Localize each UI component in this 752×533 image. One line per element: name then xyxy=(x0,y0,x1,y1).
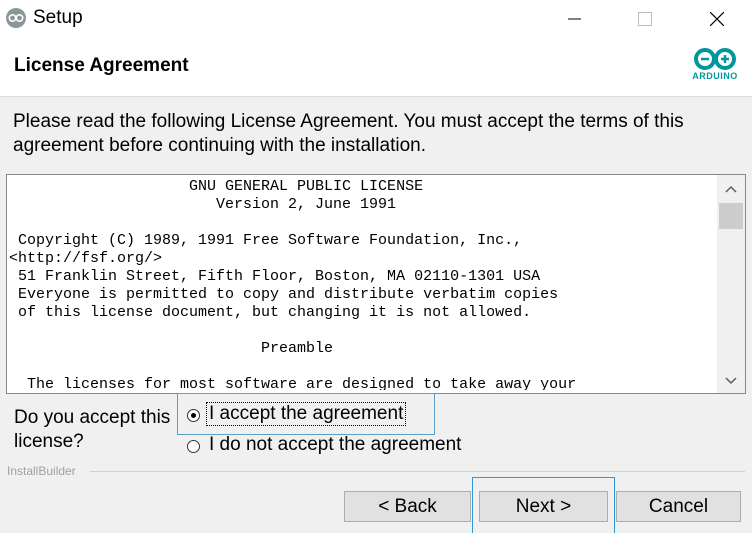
arduino-logo: ARDUINO xyxy=(688,47,742,87)
back-button[interactable]: < Back xyxy=(344,491,471,522)
footer-divider xyxy=(90,471,745,472)
license-line: 51 Franklin Street, Fifth Floor, Boston,… xyxy=(9,268,541,285)
decline-radio[interactable] xyxy=(187,440,200,453)
license-line: of this license document, but changing i… xyxy=(9,304,532,321)
logo-text: ARDUINO xyxy=(692,71,738,81)
minimize-button[interactable] xyxy=(552,0,598,37)
page-title: License Agreement xyxy=(14,55,189,76)
license-line: Everyone is permitted to copy and distri… xyxy=(9,286,559,303)
page-header: License Agreement ARDUINO xyxy=(0,37,752,97)
license-line: Version 2, June 1991 xyxy=(9,196,397,213)
decline-option[interactable]: I do not accept the agreement xyxy=(177,434,477,462)
instruction-text: Please read the following License Agreem… xyxy=(13,111,684,156)
accept-question: Do you accept this license? xyxy=(14,407,171,452)
minimize-icon xyxy=(568,18,581,20)
window-title: Setup xyxy=(33,7,83,28)
license-line: Preamble xyxy=(9,340,334,357)
license-line: GNU GENERAL PUBLIC LICENSE xyxy=(9,178,424,195)
chevron-up-icon xyxy=(725,185,737,193)
title-bar: Setup xyxy=(0,0,752,37)
accept-label[interactable]: I accept the agreement xyxy=(205,402,407,426)
license-text-area[interactable]: GNU GENERAL PUBLIC LICENSE Version 2, Ju… xyxy=(6,174,746,394)
scroll-up-button[interactable] xyxy=(717,179,745,201)
close-button[interactable] xyxy=(694,0,740,37)
scroll-down-button[interactable] xyxy=(717,371,745,393)
license-line: <http://fsf.org/> xyxy=(9,250,163,267)
chevron-down-icon xyxy=(725,377,737,385)
license-line: Copyright (C) 1989, 1991 Free Software F… xyxy=(9,232,523,249)
accept-radio[interactable] xyxy=(187,409,200,422)
scroll-thumb[interactable] xyxy=(719,203,743,229)
installbuilder-label: InstallBuilder xyxy=(7,464,76,478)
license-text: GNU GENERAL PUBLIC LICENSE Version 2, Ju… xyxy=(9,178,715,390)
next-button[interactable]: Next > xyxy=(479,491,608,522)
arduino-app-icon xyxy=(6,8,26,28)
license-line: The licenses for most software are desig… xyxy=(9,376,577,390)
close-icon xyxy=(710,12,724,26)
cancel-button[interactable]: Cancel xyxy=(616,491,741,522)
decline-label[interactable]: I do not accept the agreement xyxy=(209,434,461,456)
maximize-button[interactable] xyxy=(622,0,668,37)
license-scrollbar[interactable] xyxy=(717,175,745,393)
accept-option[interactable]: I accept the agreement xyxy=(177,393,435,435)
maximize-icon xyxy=(638,12,652,26)
